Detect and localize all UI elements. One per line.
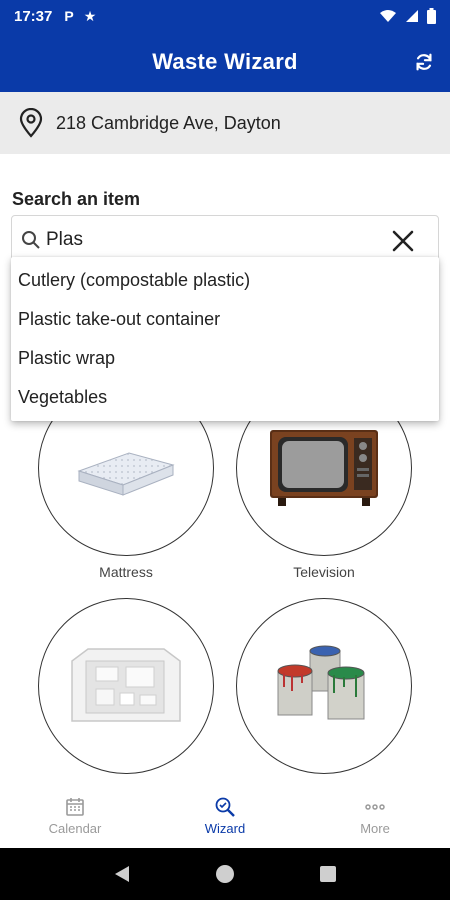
- search-icon: [22, 231, 40, 249]
- star-notification-icon: ★: [83, 7, 97, 24]
- app-title: Waste Wizard: [152, 49, 298, 74]
- nav-label: More: [360, 821, 390, 836]
- wizard-search-icon: [215, 797, 235, 817]
- app-bar: Waste Wizard: [0, 32, 450, 92]
- system-nav-bar: [0, 848, 450, 900]
- item-styrofoam[interactable]: [38, 598, 214, 782]
- item-caption: Mattress: [99, 564, 153, 580]
- home-button[interactable]: [213, 862, 237, 886]
- more-dots-icon: [365, 804, 385, 810]
- status-time: 17:37: [14, 7, 53, 25]
- nav-more[interactable]: More: [300, 784, 450, 848]
- suggestion-item[interactable]: Vegetables: [11, 378, 439, 417]
- search-input[interactable]: [46, 229, 376, 251]
- item-paint[interactable]: [236, 598, 412, 782]
- styrofoam-packaging-image: [71, 648, 181, 722]
- status-right-icons: [379, 8, 436, 24]
- item-caption: Television: [293, 564, 355, 580]
- nav-wizard[interactable]: Wizard: [150, 784, 300, 848]
- suggestion-item[interactable]: Plastic wrap: [11, 339, 439, 378]
- back-button[interactable]: [110, 862, 134, 886]
- address-text: 218 Cambridge Ave, Dayton: [56, 112, 281, 133]
- address-bar[interactable]: 218 Cambridge Ave, Dayton: [0, 92, 450, 154]
- signal-icon: [406, 10, 418, 22]
- suggestion-dropdown: Cutlery (compostable plastic) Plastic ta…: [11, 257, 439, 421]
- home-circle-icon: [215, 865, 234, 883]
- item-circle[interactable]: [236, 598, 412, 774]
- back-triangle-icon: [114, 866, 129, 882]
- suggestion-item[interactable]: Cutlery (compostable plastic): [11, 261, 439, 300]
- refresh-button[interactable]: [410, 48, 438, 76]
- television-image: [270, 430, 378, 506]
- recents-button[interactable]: [316, 862, 340, 886]
- wifi-icon: [380, 10, 396, 22]
- item-circle[interactable]: [38, 598, 214, 774]
- calendar-icon: [66, 798, 84, 816]
- nav-label: Wizard: [204, 821, 246, 836]
- suggestion-item[interactable]: Plastic take-out container: [11, 300, 439, 339]
- location-pin-icon: [19, 108, 43, 138]
- nav-label: Calendar: [48, 821, 102, 836]
- search-label: Search an item: [12, 189, 141, 209]
- nav-calendar[interactable]: Calendar: [0, 784, 150, 848]
- refresh-icon: [416, 53, 432, 71]
- status-bar: 17:37 P ★: [0, 0, 450, 32]
- parking-notification-icon: P: [64, 8, 74, 24]
- battery-icon: [427, 8, 436, 24]
- paint-cans-image: [277, 645, 365, 720]
- recents-square-icon: [320, 866, 337, 882]
- bottom-nav: Calendar Wizard More: [0, 784, 450, 848]
- mattress-image: [77, 452, 175, 496]
- close-icon[interactable]: [390, 228, 416, 254]
